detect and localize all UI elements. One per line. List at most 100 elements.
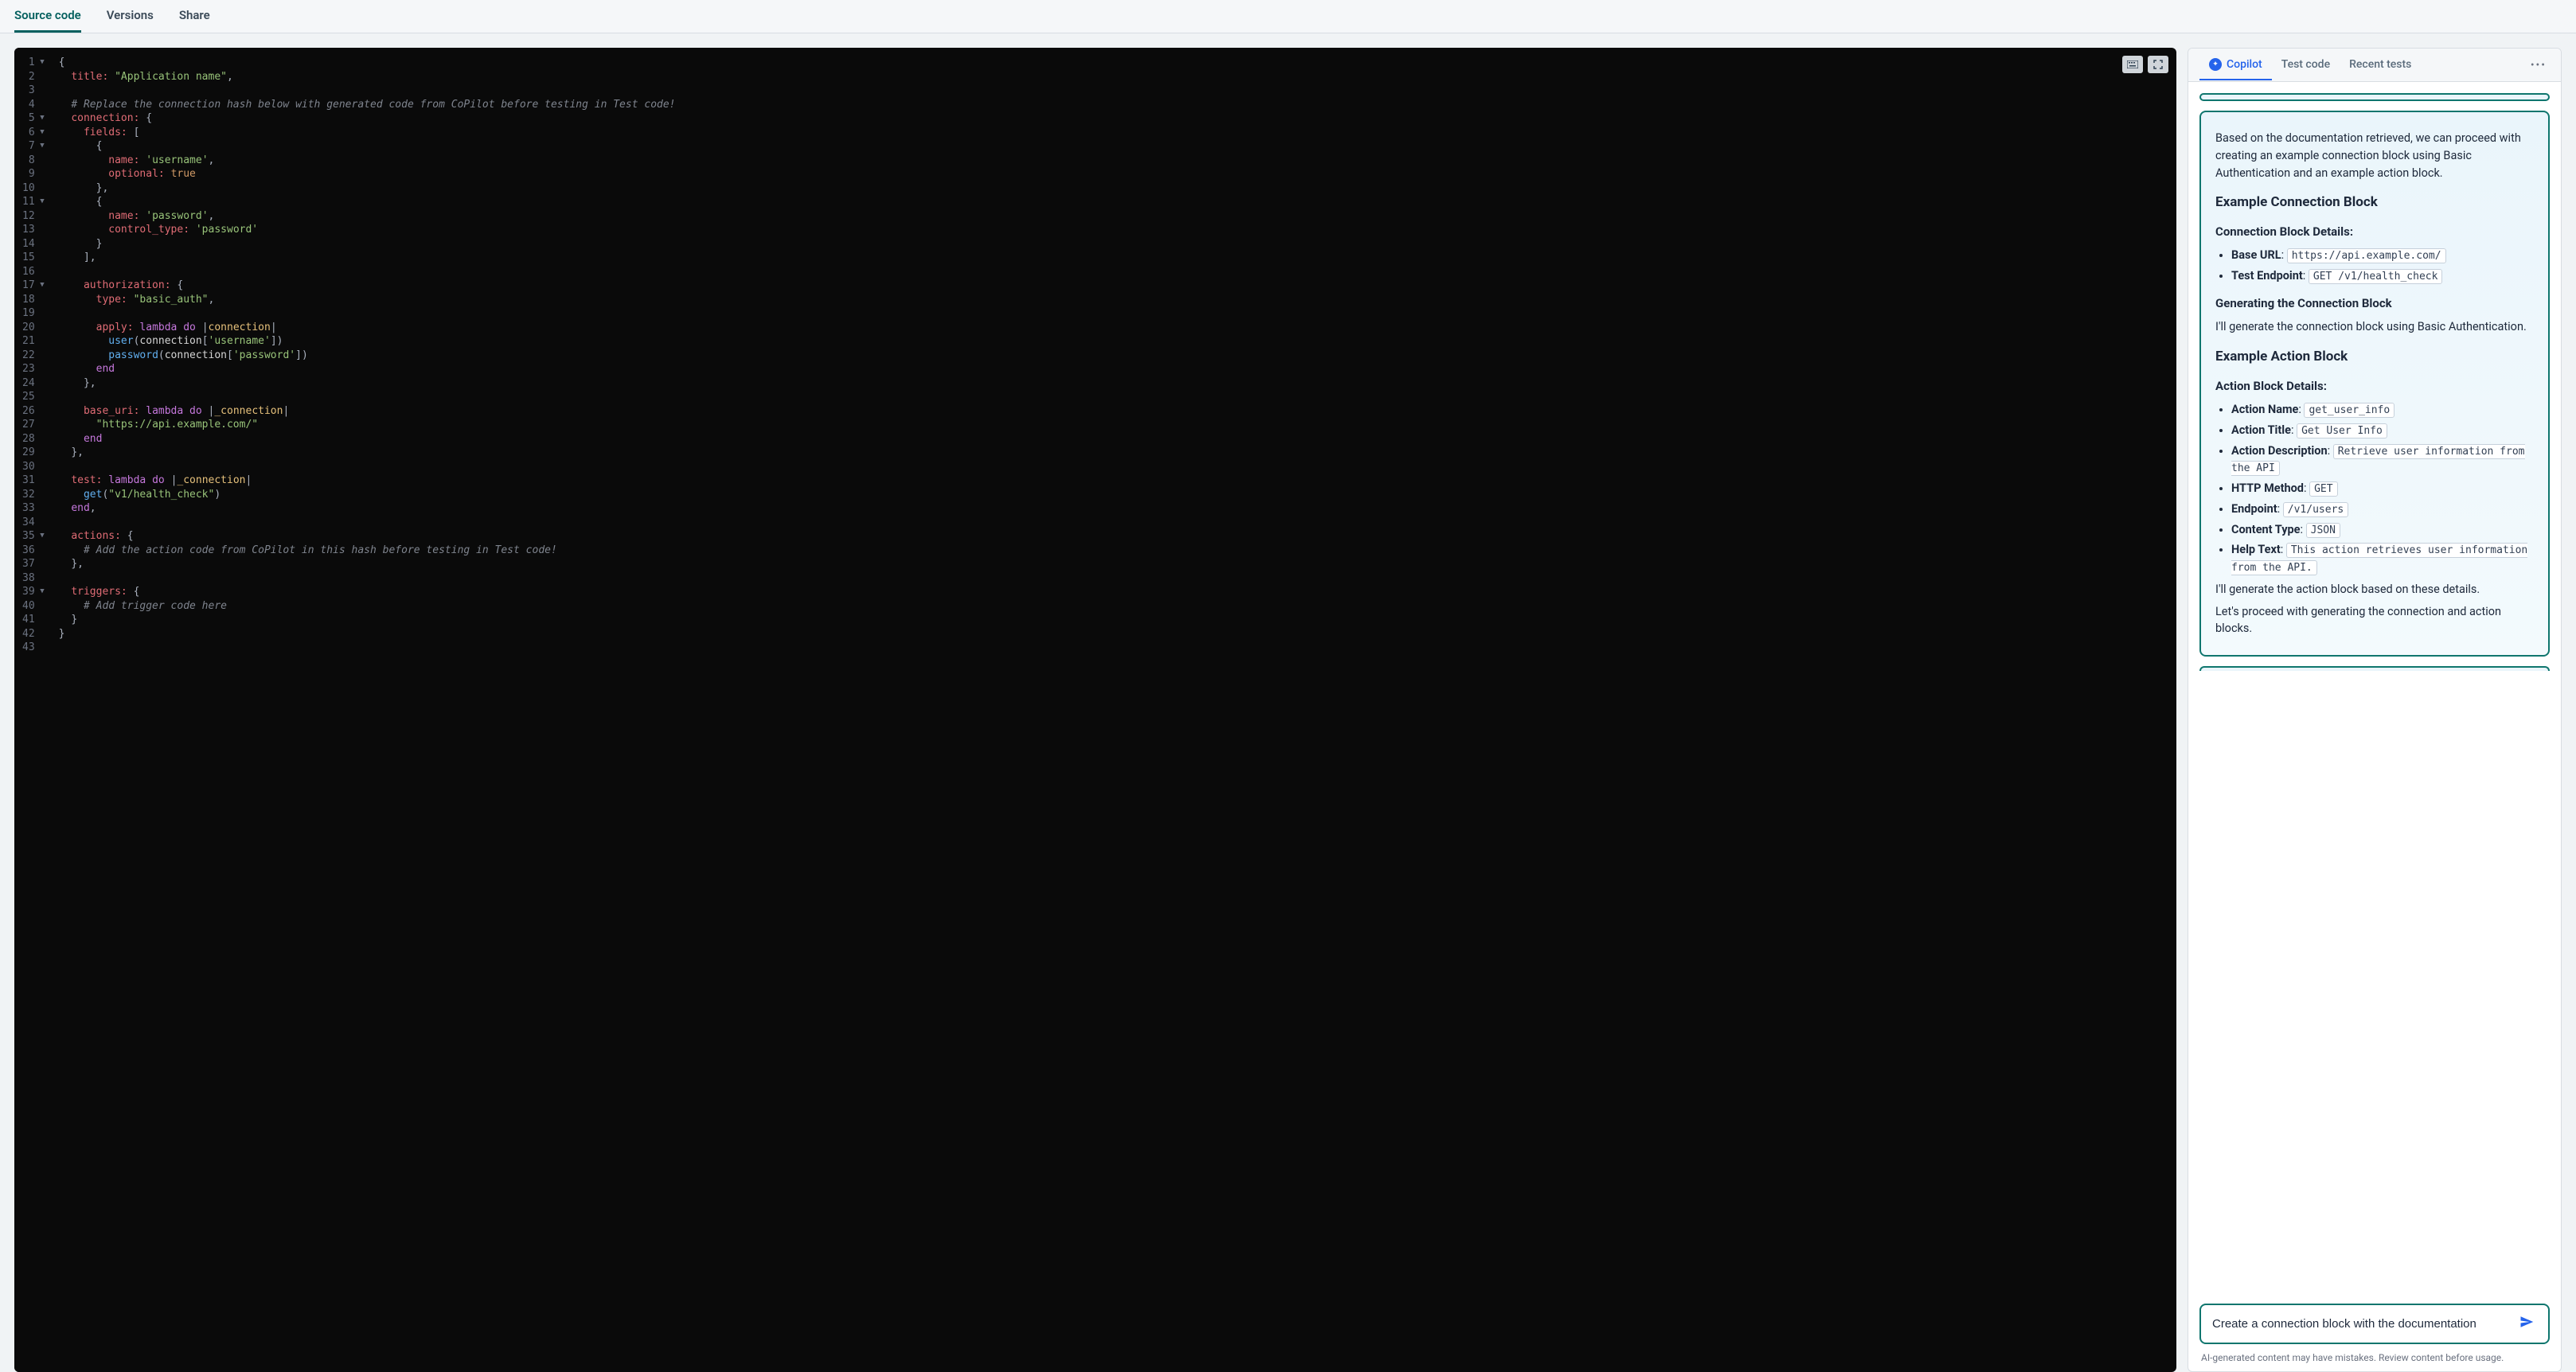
copilot-input-area <box>2188 1296 2561 1347</box>
code-line[interactable]: get("v1/health_check") <box>59 488 2167 502</box>
code-line[interactable]: # Add the action code from CoPilot in th… <box>59 544 2167 558</box>
code-line[interactable]: triggers: { <box>59 585 2167 599</box>
code-line[interactable]: }, <box>59 181 2167 196</box>
code-line[interactable]: control_type: 'password' <box>59 223 2167 237</box>
action-details-list: Action Name: get_user_infoAction Title: … <box>2215 401 2534 576</box>
send-icon[interactable] <box>2516 1315 2537 1333</box>
gutter-line: 35▼ <box>22 529 45 544</box>
code-line[interactable]: { <box>59 139 2167 154</box>
closing: Let's proceed with generating the connec… <box>2215 603 2534 638</box>
code-line[interactable]: base_uri: lambda do |_connection| <box>59 404 2167 419</box>
code-line[interactable]: end <box>59 432 2167 446</box>
detail-item: Help Text: This action retrieves user in… <box>2231 541 2534 576</box>
code-line[interactable]: # Replace the connection hash below with… <box>59 98 2167 112</box>
code-line[interactable]: optional: true <box>59 167 2167 181</box>
gutter-line: 6▼ <box>22 126 45 140</box>
side-tab-copilot[interactable]: Copilot <box>2199 50 2272 80</box>
gutter-line: 39▼ <box>22 585 45 599</box>
code-line[interactable]: # Add trigger code here <box>59 599 2167 614</box>
code-line[interactable]: } <box>59 613 2167 627</box>
copilot-input[interactable] <box>2212 1317 2516 1331</box>
expand-icon[interactable] <box>2148 56 2168 73</box>
gutter-line: 5▼ <box>22 111 45 126</box>
ai-disclaimer: AI-generated content may have mistakes. … <box>2188 1347 2561 1371</box>
tab-versions[interactable]: Versions <box>107 0 154 33</box>
gutter-line: 9 <box>22 167 45 181</box>
side-tabs: Copilot Test code Recent tests ••• <box>2188 49 2561 82</box>
code-line[interactable]: { <box>59 56 2167 70</box>
code-line[interactable]: end, <box>59 501 2167 516</box>
conn-details-heading: Connection Block Details: <box>2215 223 2534 241</box>
copilot-body[interactable]: Based on the documentation retrieved, we… <box>2188 82 2561 1296</box>
side-tab-recent-tests[interactable]: Recent tests <box>2340 50 2421 80</box>
conn-details-list: Base URL: https://api.example.com/Test E… <box>2215 247 2534 285</box>
gutter-line: 29 <box>22 446 45 460</box>
code-line[interactable]: test: lambda do |_connection| <box>59 474 2167 488</box>
code-line[interactable] <box>59 306 2167 321</box>
copilot-response: Based on the documentation retrieved, we… <box>2199 111 2550 657</box>
code-chip: /v1/users <box>2283 502 2348 517</box>
code-line[interactable]: } <box>59 237 2167 251</box>
gutter-line: 26 <box>22 404 45 419</box>
code-line[interactable]: name: 'password', <box>59 209 2167 224</box>
detail-item: Endpoint: /v1/users <box>2231 501 2534 518</box>
side-tab-test-code[interactable]: Test code <box>2272 50 2340 80</box>
code-line[interactable]: title: "Application name", <box>59 70 2167 84</box>
gutter-line: 16 <box>22 265 45 279</box>
gutter-line: 36 <box>22 544 45 558</box>
code-line[interactable]: name: 'username', <box>59 154 2167 168</box>
code-line[interactable]: }, <box>59 376 2167 391</box>
gutter-line: 10 <box>22 181 45 196</box>
code-line[interactable]: actions: { <box>59 529 2167 544</box>
code-editor-panel: 1▼2345▼6▼7▼891011▼121314151617▼181920212… <box>14 48 2176 1372</box>
gutter-line: 12 <box>22 209 45 224</box>
code-line[interactable] <box>59 84 2167 98</box>
detail-item: HTTP Method: GET <box>2231 480 2534 497</box>
code-chip: JSON <box>2306 523 2340 538</box>
code-line[interactable] <box>59 571 2167 586</box>
gutter-line: 22 <box>22 349 45 363</box>
code-line[interactable] <box>59 390 2167 404</box>
gutter-line: 19 <box>22 306 45 321</box>
code-chip: Get User Info <box>2297 423 2387 438</box>
gutter-line: 27 <box>22 418 45 432</box>
gutter-line: 25 <box>22 390 45 404</box>
action-heading: Example Action Block <box>2215 347 2534 368</box>
gutter-line: 3 <box>22 84 45 98</box>
detail-item: Action Description: Retrieve user inform… <box>2231 442 2534 477</box>
code-line[interactable]: fields: [ <box>59 126 2167 140</box>
code-line[interactable]: ], <box>59 251 2167 265</box>
code-line[interactable]: type: "basic_auth", <box>59 293 2167 307</box>
code-line[interactable] <box>59 641 2167 655</box>
more-menu-icon[interactable]: ••• <box>2527 56 2550 75</box>
keyboard-icon[interactable] <box>2122 56 2143 73</box>
code-line[interactable]: }, <box>59 446 2167 460</box>
code-line[interactable]: apply: lambda do |connection| <box>59 321 2167 335</box>
conn-heading: Example Connection Block <box>2215 193 2534 213</box>
code-line[interactable]: user(connection['username']) <box>59 334 2167 349</box>
code-content[interactable]: { title: "Application name", # Replace t… <box>49 48 2176 1372</box>
code-line[interactable]: "https://api.example.com/" <box>59 418 2167 432</box>
tab-share[interactable]: Share <box>179 0 210 33</box>
detail-item: Content Type: JSON <box>2231 521 2534 539</box>
gutter-line: 40 <box>22 599 45 614</box>
detail-item: Base URL: https://api.example.com/ <box>2231 247 2534 264</box>
tab-source-code[interactable]: Source code <box>14 0 81 33</box>
gutter-line: 28 <box>22 432 45 446</box>
gutter-line: 37 <box>22 557 45 571</box>
next-response-stub <box>2199 666 2550 671</box>
code-line[interactable]: end <box>59 362 2167 376</box>
code-line[interactable]: } <box>59 627 2167 641</box>
response-intro: Based on the documentation retrieved, we… <box>2215 130 2534 181</box>
code-line[interactable] <box>59 516 2167 530</box>
code-line[interactable]: { <box>59 195 2167 209</box>
code-line[interactable]: connection: { <box>59 111 2167 126</box>
code-line[interactable] <box>59 265 2167 279</box>
code-line[interactable]: authorization: { <box>59 279 2167 293</box>
code-line[interactable]: password(connection['password']) <box>59 349 2167 363</box>
code-line[interactable]: }, <box>59 557 2167 571</box>
detail-item: Action Title: Get User Info <box>2231 422 2534 439</box>
code-line[interactable] <box>59 460 2167 474</box>
gutter-line: 23 <box>22 362 45 376</box>
gen-action-body: I'll generate the action block based on … <box>2215 581 2534 598</box>
